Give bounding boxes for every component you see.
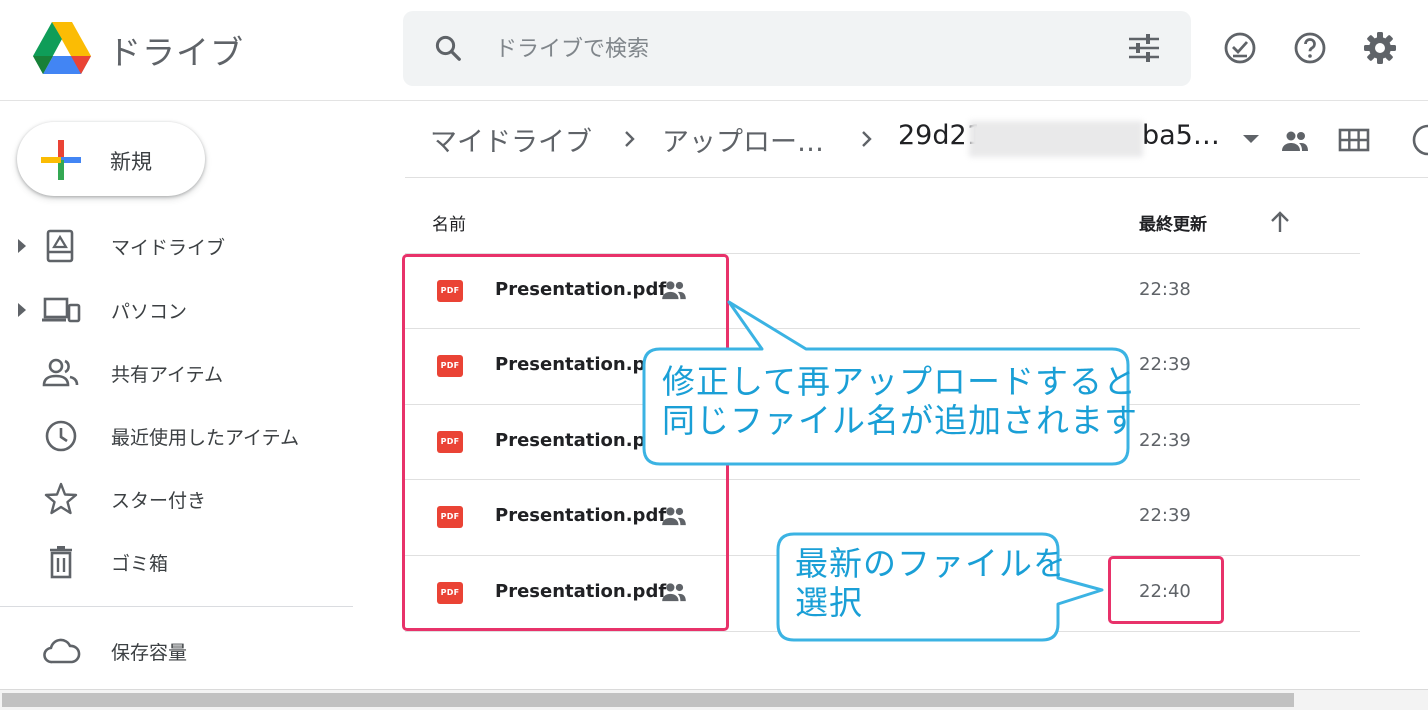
chevron-right-icon — [625, 131, 635, 147]
sidebar-item-recent[interactable]: 最近使用したアイテム — [0, 411, 380, 461]
sort-ascending-arrow-icon[interactable] — [1270, 211, 1290, 233]
drive-logo-icon[interactable] — [33, 22, 91, 74]
sidebar-item-label: 保存容量 — [111, 642, 188, 664]
modified-time: 22:38 — [1139, 279, 1191, 300]
star-icon — [44, 482, 78, 515]
breadcrumb-divider — [405, 177, 1428, 178]
modified-time: 22:39 — [1139, 354, 1191, 375]
new-button[interactable]: 新規 — [17, 122, 205, 196]
column-header-name[interactable]: 名前 — [432, 210, 466, 235]
new-button-label: 新規 — [110, 150, 152, 174]
info-icon[interactable] — [1410, 124, 1428, 156]
callout-text-line: 修正して再アップロードすると — [662, 362, 1138, 401]
expand-arrow-icon[interactable] — [18, 303, 26, 317]
settings-gear-icon[interactable] — [1362, 30, 1398, 66]
header: ドライブ — [0, 0, 1428, 101]
column-header-modified[interactable]: 最終更新 — [1139, 210, 1207, 235]
clock-icon — [45, 420, 77, 452]
grid-view-icon[interactable] — [1338, 127, 1370, 153]
trash-icon — [50, 546, 72, 579]
sidebar-item-label: パソコン — [111, 301, 188, 323]
sidebar-item-computers[interactable]: パソコン — [0, 285, 380, 335]
modified-time: 22:39 — [1139, 430, 1191, 451]
sidebar-item-shared[interactable]: 共有アイテム — [0, 348, 380, 398]
sidebar-item-label: 最近使用したアイテム — [111, 427, 300, 449]
search-input[interactable] — [493, 29, 1097, 69]
callout-text-line: 最新のファイルを — [795, 544, 1067, 583]
scrollbar-thumb[interactable] — [2, 693, 1294, 707]
callout-text-line: 選択 — [795, 583, 863, 622]
plus-icon — [41, 140, 81, 180]
highlight-file-list — [402, 254, 729, 631]
sidebar-divider — [0, 606, 353, 607]
sidebar-item-label: スター付き — [111, 490, 207, 512]
breadcrumb-current-end[interactable]: ba5… — [1142, 120, 1220, 151]
shared-people-icon — [42, 358, 79, 387]
computers-icon — [42, 297, 81, 323]
sidebar-item-label: マイドライブ — [111, 237, 226, 259]
sidebar-item-my-drive[interactable]: マイドライブ — [0, 221, 380, 271]
sidebar-item-label: 共有アイテム — [111, 364, 224, 386]
shared-folder-icon — [1282, 131, 1308, 151]
search-icon[interactable] — [433, 33, 463, 63]
modified-time: 22:39 — [1139, 505, 1191, 526]
expand-arrow-icon[interactable] — [18, 239, 26, 253]
callout-text-line: 同じファイル名が追加されます — [662, 401, 1138, 440]
highlight-latest-time — [1108, 556, 1224, 624]
offline-ready-icon[interactable] — [1222, 30, 1258, 66]
sidebar-item-label: ゴミ箱 — [111, 553, 169, 575]
redacted-folder-name — [969, 121, 1143, 157]
my-drive-icon — [46, 229, 74, 263]
chevron-right-icon — [862, 131, 872, 147]
sidebar-item-starred[interactable]: スター付き — [0, 474, 380, 524]
cloud-icon — [43, 638, 81, 664]
breadcrumb-my-drive[interactable]: マイドライブ — [430, 120, 592, 159]
dropdown-arrow-icon[interactable] — [1242, 134, 1260, 144]
app-title: ドライブ — [108, 33, 244, 72]
horizontal-scrollbar[interactable] — [0, 689, 1428, 710]
breadcrumb-upload-folder[interactable]: アップロー… — [662, 120, 824, 159]
sidebar-item-storage[interactable]: 保存容量 — [0, 626, 380, 676]
search-bar[interactable] — [403, 11, 1191, 86]
sidebar-item-trash[interactable]: ゴミ箱 — [0, 537, 380, 587]
search-options-icon[interactable] — [1127, 33, 1161, 63]
help-icon[interactable] — [1292, 30, 1328, 66]
